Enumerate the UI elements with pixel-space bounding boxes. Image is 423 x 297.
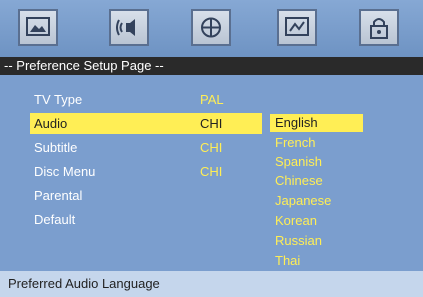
toolbar-tab-preference[interactable]: [277, 9, 317, 46]
password-setup-icon: [370, 18, 388, 39]
option-label: Chinese: [275, 173, 323, 188]
setting-value: CHI: [200, 164, 223, 179]
setting-label: TV Type: [34, 92, 83, 107]
setting-label: Subtitle: [34, 140, 78, 155]
setting-row-disc-menu[interactable]: Disc Menu CHI: [30, 161, 262, 182]
option-label: Korean: [275, 213, 317, 228]
video-setup-icon: [201, 17, 221, 38]
toolbar-tab-video[interactable]: [191, 9, 231, 46]
option-label: Russian: [275, 233, 322, 248]
option-spanish[interactable]: Spanish: [270, 153, 363, 171]
toolbar-tab-password[interactable]: [359, 9, 399, 46]
setting-row-tv-type[interactable]: TV Type PAL: [30, 89, 262, 110]
setting-label: Default: [34, 212, 76, 227]
help-text: Preferred Audio Language: [8, 276, 160, 291]
option-thai[interactable]: Thai: [270, 252, 363, 270]
toolbar-tab-general[interactable]: [18, 9, 58, 46]
setting-row-audio[interactable]: Audio CHI: [30, 113, 262, 134]
general-setup-icon: [26, 17, 50, 36]
option-french[interactable]: French: [270, 134, 363, 152]
page-title-bar: -- Preference Setup Page --: [0, 57, 423, 75]
setting-value: CHI: [200, 116, 223, 131]
option-label: Spanish: [275, 154, 322, 169]
audio-setup-icon: [116, 19, 135, 36]
setting-value: CHI: [200, 140, 223, 155]
setting-label: Disc Menu: [34, 164, 96, 179]
option-english[interactable]: English: [270, 114, 363, 132]
preference-setup-icon: [285, 17, 309, 36]
toolbar-tab-audio[interactable]: [109, 9, 149, 46]
option-label: French: [275, 135, 316, 150]
setting-value: PAL: [200, 92, 224, 107]
setting-row-parental[interactable]: Parental: [30, 185, 262, 206]
option-korean[interactable]: Korean: [270, 212, 363, 230]
setting-row-default[interactable]: Default: [30, 209, 262, 230]
option-japanese[interactable]: Japanese: [270, 192, 363, 210]
option-label: English: [275, 115, 318, 130]
setting-label: Audio: [34, 116, 68, 131]
page-title: -- Preference Setup Page --: [4, 58, 164, 73]
option-chinese[interactable]: Chinese: [270, 172, 363, 190]
help-bar: Preferred Audio Language: [0, 271, 423, 297]
option-label: Japanese: [275, 193, 332, 208]
option-russian[interactable]: Russian: [270, 232, 363, 250]
option-label: Thai: [275, 253, 301, 268]
menu-toolbar: [0, 0, 423, 57]
setting-label: Parental: [34, 188, 83, 203]
setting-row-subtitle[interactable]: Subtitle CHI: [30, 137, 262, 158]
